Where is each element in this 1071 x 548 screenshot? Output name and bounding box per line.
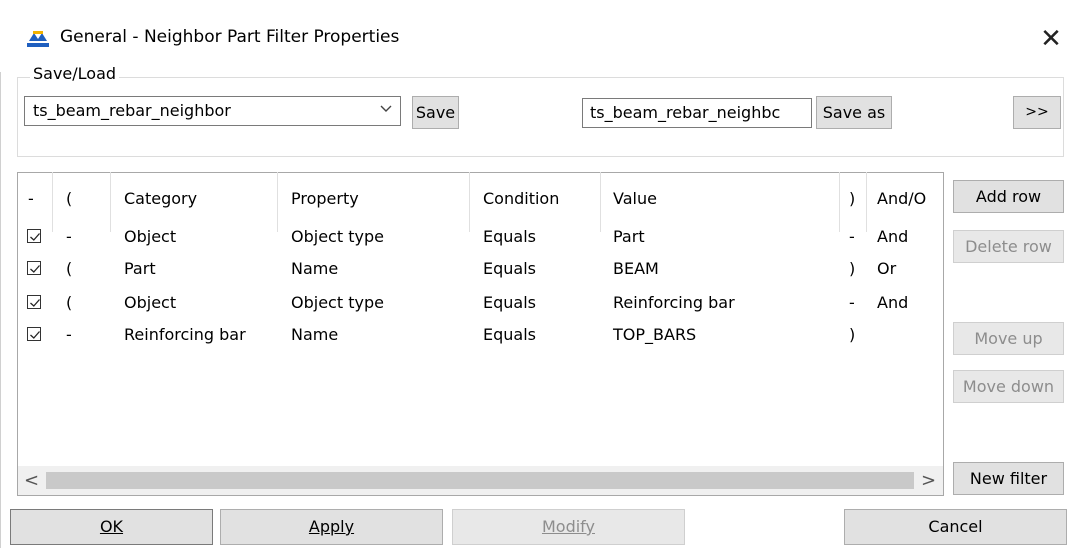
row-condition[interactable]: Equals: [483, 293, 536, 312]
row-property[interactable]: Object type: [291, 293, 384, 312]
scroll-right-icon[interactable]: >: [921, 470, 936, 491]
row-condition[interactable]: Equals: [483, 259, 536, 278]
row-property[interactable]: Object type: [291, 227, 384, 246]
header-property[interactable]: Property: [291, 189, 359, 208]
tekla-app-icon: [24, 29, 52, 51]
scroll-left-icon[interactable]: <: [24, 470, 39, 491]
column-separator: [866, 172, 867, 232]
header-and-or[interactable]: And/O: [877, 189, 926, 208]
row-enabled-checkbox[interactable]: [27, 229, 41, 243]
move-up-button[interactable]: Move up: [953, 322, 1064, 355]
scrollbar-thumb[interactable]: [46, 472, 914, 489]
row-open-paren[interactable]: -: [66, 227, 72, 246]
row-enabled-checkbox[interactable]: [27, 261, 41, 275]
row-enabled-checkbox[interactable]: [27, 295, 41, 309]
window-title: General - Neighbor Part Filter Propertie…: [60, 27, 400, 47]
row-close-paren[interactable]: -: [849, 227, 855, 246]
row-open-paren[interactable]: (: [66, 259, 72, 278]
save-as-button[interactable]: Save as: [816, 96, 892, 129]
modify-button-label: Modify: [541, 517, 595, 536]
new-filter-button[interactable]: New filter: [953, 462, 1064, 495]
window-left-edge: [0, 0, 1, 548]
expand-button[interactable]: >>: [1013, 96, 1061, 129]
header-value[interactable]: Value: [613, 189, 657, 208]
header-open-paren[interactable]: (: [66, 189, 72, 208]
apply-button-label: Apply: [308, 517, 355, 536]
row-enabled-checkbox[interactable]: [27, 327, 41, 341]
move-down-button[interactable]: Move down: [953, 370, 1064, 403]
column-separator: [277, 172, 278, 232]
row-value[interactable]: Part: [613, 227, 645, 246]
column-separator: [110, 172, 111, 232]
ok-button[interactable]: OK: [10, 509, 213, 545]
column-separator: [839, 172, 840, 232]
row-value[interactable]: TOP_BARS: [613, 325, 696, 344]
row-property[interactable]: Name: [291, 325, 338, 344]
delete-row-button[interactable]: Delete row: [953, 230, 1064, 263]
row-category[interactable]: Part: [124, 259, 156, 278]
column-separator: [52, 172, 53, 232]
settings-combo-value: ts_beam_rebar_neighbor: [33, 101, 231, 120]
row-and-or[interactable]: Or: [877, 259, 896, 278]
row-category[interactable]: Object: [124, 227, 176, 246]
cancel-button[interactable]: Cancel: [844, 509, 1067, 545]
row-and-or[interactable]: And: [877, 293, 908, 312]
row-property[interactable]: Name: [291, 259, 338, 278]
row-and-or[interactable]: And: [877, 227, 908, 246]
add-row-button[interactable]: Add row: [953, 180, 1064, 213]
header-enabled[interactable]: -: [28, 189, 34, 208]
row-open-paren[interactable]: -: [66, 325, 72, 344]
row-close-paren[interactable]: ): [849, 259, 855, 278]
column-separator: [469, 172, 470, 232]
modify-button[interactable]: Modify: [452, 509, 685, 545]
header-condition[interactable]: Condition: [483, 189, 559, 208]
save-as-name-value: ts_beam_rebar_neighbc: [590, 103, 781, 122]
row-condition[interactable]: Equals: [483, 325, 536, 344]
close-icon[interactable]: ✕: [1034, 22, 1068, 56]
row-close-paren[interactable]: ): [849, 325, 855, 344]
save-button[interactable]: Save: [412, 96, 459, 129]
row-condition[interactable]: Equals: [483, 227, 536, 246]
row-open-paren[interactable]: (: [66, 293, 72, 312]
header-close-paren[interactable]: ): [849, 189, 855, 208]
save-load-group-label: Save/Load: [30, 64, 120, 83]
header-category[interactable]: Category: [124, 189, 197, 208]
row-close-paren[interactable]: -: [849, 293, 855, 312]
settings-combo[interactable]: ts_beam_rebar_neighbor: [24, 96, 401, 126]
row-value[interactable]: Reinforcing bar: [613, 293, 735, 312]
column-separator: [600, 172, 601, 232]
ok-button-label: OK: [99, 517, 124, 536]
apply-button[interactable]: Apply: [220, 509, 443, 545]
row-category[interactable]: Reinforcing bar: [124, 325, 246, 344]
row-value[interactable]: BEAM: [613, 259, 659, 278]
row-category[interactable]: Object: [124, 293, 176, 312]
chevron-down-icon[interactable]: [379, 101, 393, 119]
save-as-name-input[interactable]: ts_beam_rebar_neighbc: [582, 98, 812, 128]
